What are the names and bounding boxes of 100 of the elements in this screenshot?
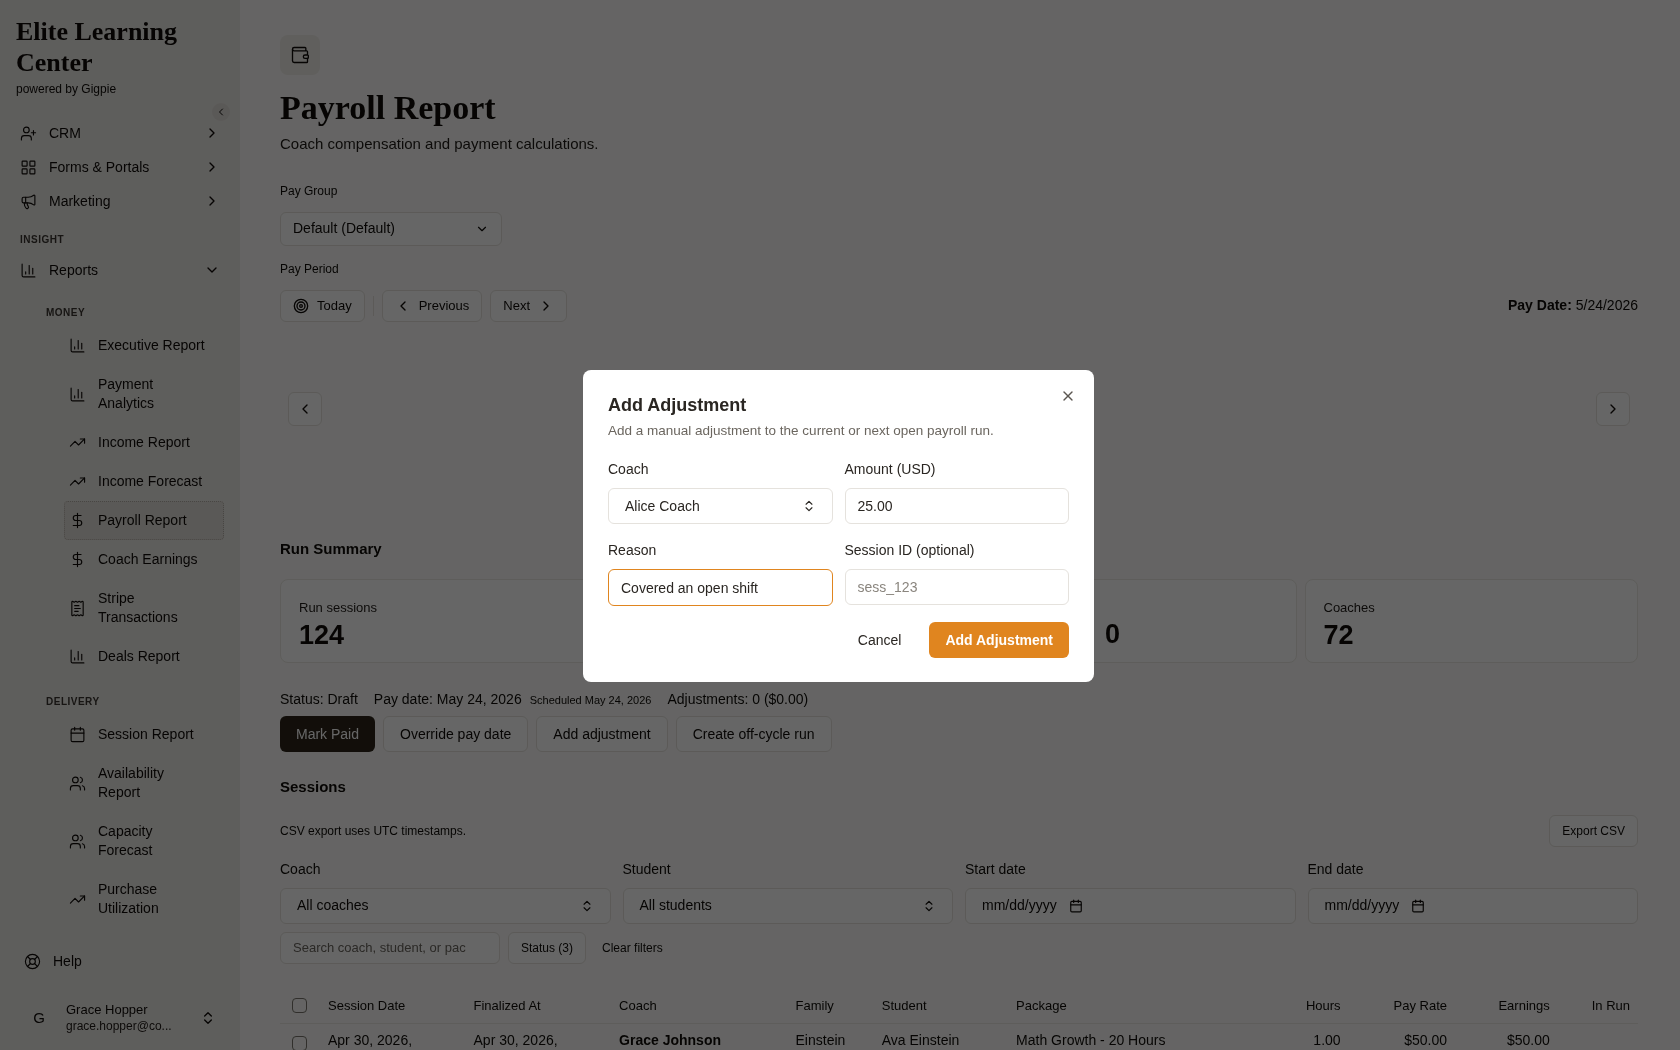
nav-subitem[interactable]: Payment Analytics [64, 365, 224, 423]
nav-subitem[interactable]: Capacity Forecast [64, 812, 224, 870]
nav-item[interactable]: CRM [16, 118, 224, 148]
action-button[interactable]: Mark Paid [280, 716, 376, 752]
column-header[interactable]: Session Date [328, 997, 406, 1013]
nav-subitem[interactable]: Deals Report [64, 637, 224, 676]
filter-select[interactable]: All coaches [280, 887, 611, 924]
row-checkbox[interactable] [292, 1036, 307, 1050]
users-icon [69, 832, 86, 850]
nav-item[interactable]: Reports [16, 255, 224, 285]
scroll-left-button[interactable] [288, 391, 322, 426]
field-label: Pay Period [280, 260, 340, 278]
table-cell: Grace Johnson [619, 1032, 721, 1048]
table-cell: Apr 30, 2026, [328, 1032, 413, 1048]
coach-select[interactable]: Alice Coach [608, 488, 833, 525]
calendar-icon [1411, 898, 1426, 913]
help-link[interactable]: Help [16, 951, 224, 972]
scheduled-date: Scheduled May 24, 2026 [529, 693, 652, 708]
today-button[interactable]: Today [280, 289, 365, 322]
calendar-icon [69, 726, 86, 743]
dialog-description: Add a manual adjustment to the current or next open payroll run. [608, 422, 995, 440]
field-label: Amount (USD) [844, 460, 937, 480]
nav-item[interactable]: Forms & Portals [16, 152, 224, 182]
adjustments-total: Adjustments: 0 ($0.00) [667, 690, 809, 709]
filter-select[interactable]: All students [622, 887, 953, 924]
section-heading: INSIGHT [19, 233, 66, 247]
field-label: Coach [608, 460, 650, 480]
export-csv-button[interactable]: Export CSV [1549, 814, 1638, 847]
user-plus-icon [20, 124, 37, 142]
session-id-field[interactable]: sess_123 [844, 569, 1069, 606]
nav-subitem[interactable]: Payroll Report [64, 501, 224, 540]
previous-button[interactable]: Previous [381, 289, 483, 322]
table-cell: $50.00 [1506, 1032, 1550, 1048]
filter-label: Student [622, 859, 672, 879]
table-cell: Math Growth - 20 Hours [1016, 1032, 1166, 1048]
stat-value: 124 [299, 618, 346, 652]
nav-subitem[interactable]: Availability Report [64, 754, 224, 812]
column-header[interactable]: Finalized At [473, 997, 541, 1013]
bar-chart-icon [69, 648, 86, 665]
bar-chart-icon [69, 337, 86, 354]
run-status: Status: Draft [280, 690, 358, 709]
column-header[interactable]: Student [881, 997, 927, 1013]
calendar-icon [1068, 898, 1083, 913]
stat-value: 0 [1105, 618, 1122, 651]
bar-chart-icon [69, 385, 86, 403]
receipt-icon [69, 599, 86, 617]
dialog-title: Add Adjustment [608, 394, 748, 417]
section-title: Run Summary [280, 538, 382, 559]
table-cell: Einstein [795, 1032, 846, 1048]
select-all-checkbox[interactable] [292, 997, 307, 1013]
user-email: grace.hopper@co... [66, 1018, 173, 1034]
next-button[interactable]: Next [490, 289, 567, 322]
nav-subitem[interactable]: Session Report [64, 715, 224, 754]
add-adjustment-button[interactable]: Add Adjustment [929, 622, 1069, 659]
amount-field[interactable]: 25.00 [844, 488, 1069, 525]
column-header[interactable]: Hours [1305, 997, 1341, 1013]
page-subtitle: Coach compensation and payment calculations. [280, 134, 600, 154]
table-cell: Ava Einstein [881, 1032, 960, 1048]
nav-subitem[interactable]: Executive Report [64, 326, 224, 365]
csv-note: CSV export uses UTC timestamps. [280, 822, 467, 840]
field-label: Session ID (optional) [844, 541, 976, 561]
cancel-button[interactable]: Cancel [841, 622, 918, 659]
user-name: Grace Hopper [66, 1002, 149, 1018]
column-header[interactable]: Pay Rate [1393, 997, 1448, 1013]
date-field[interactable]: mm/dd/yyyy [965, 887, 1296, 924]
reason-field[interactable]: Covered an open shift [608, 569, 833, 607]
nav-subitem[interactable]: Coach Earnings [64, 540, 224, 579]
table-cell: $50.00 [1404, 1032, 1448, 1048]
collapse-sidebar-button[interactable] [212, 103, 230, 121]
nav-item[interactable]: Marketing [16, 186, 224, 216]
powered-by: powered by Gigpie [16, 81, 118, 98]
action-button[interactable]: Add adjustment [536, 716, 668, 752]
nav-subitem[interactable]: Stripe Transactions [64, 579, 224, 637]
target-icon [293, 297, 309, 314]
table-cell: Apr 30, 2026, [473, 1032, 558, 1048]
action-button[interactable]: Create off-cycle run [675, 716, 832, 752]
users-icon [69, 774, 86, 792]
nav-subitem[interactable]: Purchase Utilization [64, 870, 224, 928]
nav-subitem[interactable]: Income Report [64, 423, 224, 462]
table-cell: 1.00 [1313, 1032, 1341, 1048]
clear-filters-button[interactable]: Clear filters [594, 931, 671, 964]
filter-label: Coach [280, 859, 322, 879]
column-header[interactable]: Coach [619, 997, 657, 1013]
nav-subitem[interactable]: Income Forecast [64, 462, 224, 501]
action-button[interactable]: Override pay date [383, 716, 529, 752]
field-label: Reason [608, 541, 658, 561]
stat-value: 72 [1323, 618, 1355, 652]
wallet-icon [290, 45, 310, 65]
search-field[interactable]: Search coach, student, or pac [280, 931, 500, 964]
pay-group-select[interactable]: Default (Default) [280, 211, 502, 246]
field-label: Pay Group [280, 182, 339, 200]
column-header[interactable]: In Run [1591, 997, 1630, 1013]
grid-icon [20, 158, 37, 176]
column-header[interactable]: Earnings [1498, 997, 1550, 1013]
column-header[interactable]: Family [795, 997, 834, 1013]
column-header[interactable]: Package [1016, 997, 1067, 1013]
date-field[interactable]: mm/dd/yyyy [1307, 887, 1638, 924]
status-filter-button[interactable]: Status (3) [508, 931, 587, 964]
bar-chart-icon [20, 261, 37, 279]
scroll-right-button[interactable] [1596, 391, 1630, 426]
